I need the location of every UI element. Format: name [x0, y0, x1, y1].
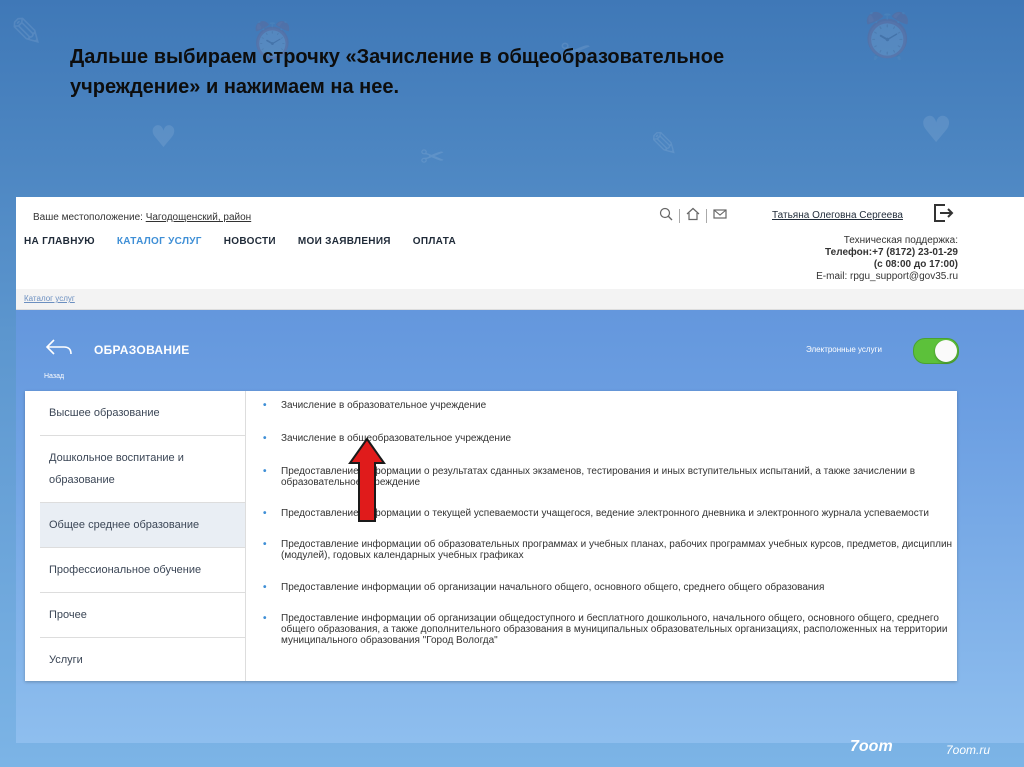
category-vocational[interactable]: Профессиональное обучение — [40, 548, 245, 593]
nav-news[interactable]: НОВОСТИ — [224, 236, 276, 247]
bullet-icon: • — [263, 613, 267, 624]
bullet-icon: • — [263, 582, 267, 593]
service-label: Предоставление информации об образовател… — [281, 539, 953, 561]
breadcrumb-catalog[interactable]: Каталог услуг — [24, 294, 75, 303]
service-label: Предоставление информации об организации… — [281, 613, 948, 646]
location-link[interactable]: Чагодощенский, район — [146, 212, 252, 223]
nav-my-applications[interactable]: МОИ ЗАЯВЛЕНИЯ — [298, 236, 391, 247]
category-list: Высшее образование Дошкольное воспитание… — [40, 391, 246, 681]
section-title: ОБРАЗОВАНИЕ — [94, 343, 190, 357]
e-services-label: Электронные услуги — [806, 345, 882, 354]
bullet-icon: • — [263, 539, 267, 550]
e-services-toggle[interactable] — [913, 338, 959, 364]
category-general-secondary[interactable]: Общее среднее образование — [40, 503, 245, 548]
bullet-icon: • — [263, 400, 267, 411]
bullet-icon: • — [263, 466, 267, 477]
service-item[interactable]: • Предоставление информации об образоват… — [263, 539, 953, 561]
slide-instruction: Дальше выбираем строчку «Зачисление в об… — [70, 46, 725, 98]
user-name-link[interactable]: Татьяна Олеговна Сергеева — [772, 210, 903, 221]
mail-icon[interactable] — [713, 207, 727, 224]
divider — [706, 208, 707, 223]
watermark-site: 7oom.ru — [946, 743, 991, 757]
home-icon[interactable] — [686, 207, 700, 224]
back-label[interactable]: Назад — [44, 373, 64, 380]
bullet-icon: • — [263, 433, 267, 444]
location-label: Ваше местоположение: — [33, 212, 143, 223]
nav-payment[interactable]: ОПЛАТА — [413, 236, 456, 247]
site-header: Ваше местоположение: Чагодощенский, райо… — [16, 197, 1024, 289]
category-services[interactable]: Услуги — [40, 638, 245, 682]
toggle-knob — [935, 340, 957, 362]
tech-support: Техническая поддержка: Телефон:+7 (8172)… — [776, 235, 958, 283]
nav-home[interactable]: НА ГЛАВНУЮ — [24, 236, 95, 247]
search-icon[interactable] — [659, 207, 673, 224]
breadcrumb: Каталог услуг — [16, 289, 1024, 310]
category-preschool[interactable]: Дошкольное воспитание и образование — [40, 436, 245, 503]
support-hours: (с 08:00 до 17:00) — [873, 259, 958, 270]
service-item[interactable]: • Зачисление в образовательное учреждени… — [263, 400, 953, 411]
website-screenshot: Ваше местоположение: Чагодощенский, райо… — [16, 197, 1024, 743]
nav-catalog[interactable]: КАТАЛОГ УСЛУГ — [117, 236, 202, 247]
watermark-logo: 7oom — [850, 738, 893, 755]
main-nav: НА ГЛАВНУЮ КАТАЛОГ УСЛУГ НОВОСТИ МОИ ЗАЯ… — [24, 236, 456, 247]
service-label: Предоставление информации об организации… — [281, 582, 825, 593]
logout-icon[interactable] — [933, 203, 955, 223]
service-item[interactable]: • Предоставление информации об организац… — [263, 613, 953, 646]
category-higher-education[interactable]: Высшее образование — [40, 391, 245, 436]
support-email: E-mail: rpgu_support@gov35.ru — [816, 271, 958, 282]
service-label: Зачисление в образовательное учреждение — [281, 400, 487, 411]
support-phone: Телефон:+7 (8172) 23-01-29 — [825, 247, 958, 258]
header-icons — [659, 207, 727, 224]
service-item[interactable]: • Предоставление информации об организац… — [263, 582, 953, 593]
category-other[interactable]: Прочее — [40, 593, 245, 638]
support-title: Техническая поддержка: — [843, 235, 958, 246]
service-label: Зачисление в общеобразовательное учрежде… — [281, 433, 512, 444]
red-pointer-arrow — [348, 437, 386, 522]
location: Ваше местоположение: Чагодощенский, райо… — [33, 212, 251, 223]
divider — [679, 208, 680, 223]
back-arrow-icon[interactable] — [44, 337, 74, 357]
catalog-panel: Высшее образование Дошкольное воспитание… — [25, 391, 957, 681]
bullet-icon: • — [263, 508, 267, 519]
